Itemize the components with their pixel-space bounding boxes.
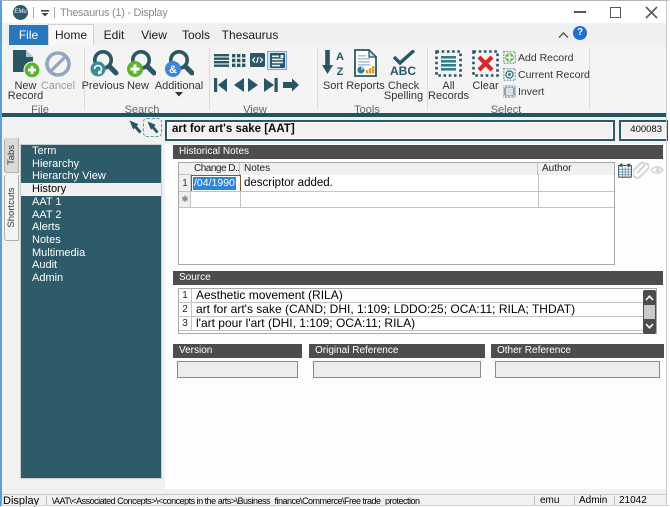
svg-text:A: A xyxy=(336,51,344,63)
svg-text:ABC: ABC xyxy=(390,64,416,76)
svg-text:&: & xyxy=(169,64,177,76)
svg-text:Z: Z xyxy=(337,66,344,77)
